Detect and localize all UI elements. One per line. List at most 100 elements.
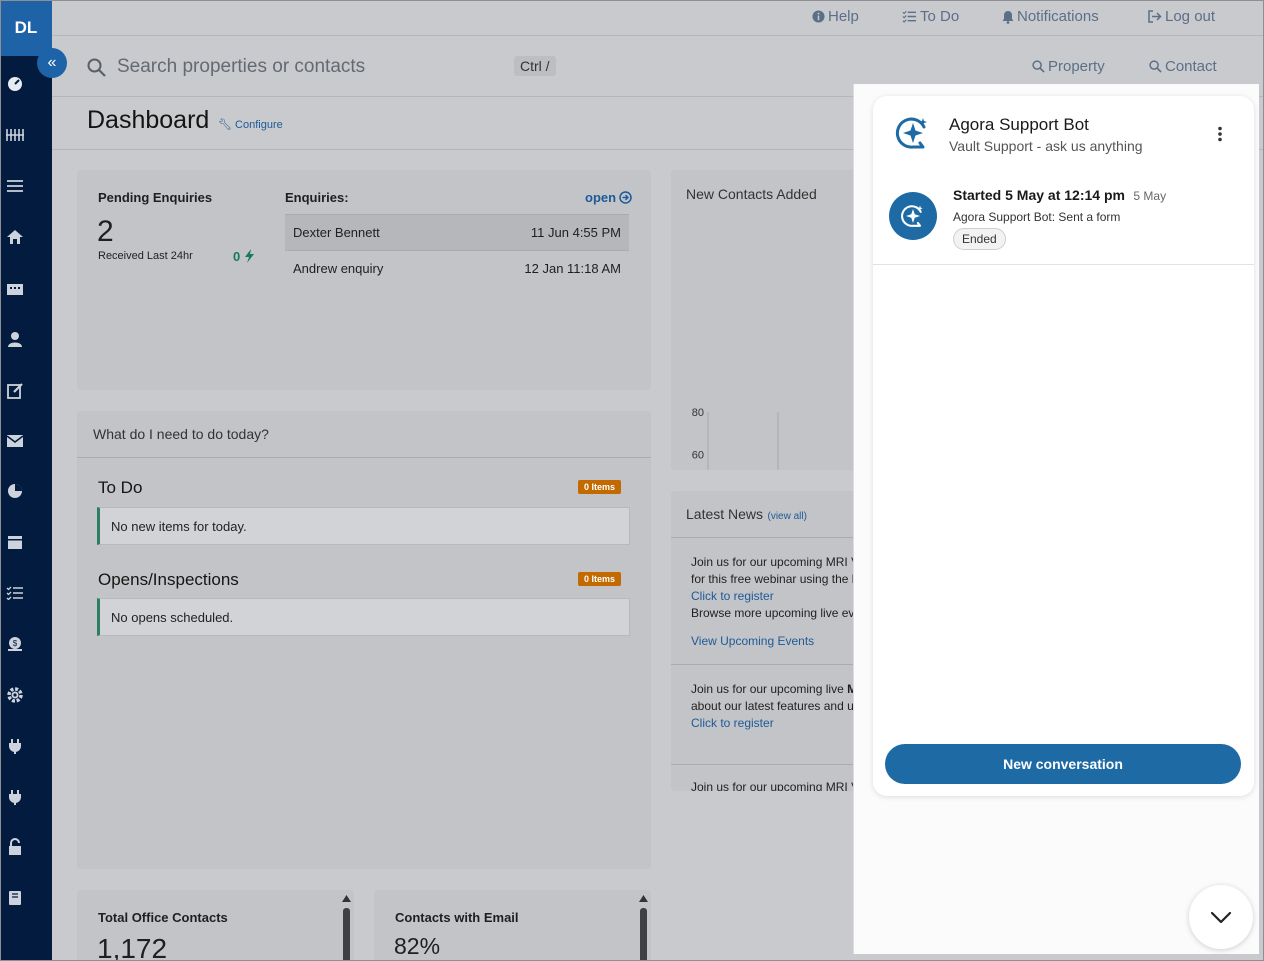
contacts-email-card: Contacts with Email 82% <box>374 890 651 961</box>
checklist-icon[interactable] <box>4 582 26 604</box>
open-enquiries-link[interactable]: open <box>585 190 632 205</box>
news-text: Join us for our upcoming MRI Va <box>691 780 865 791</box>
logout-link[interactable]: Log out <box>1147 8 1215 25</box>
news-text: Join us for our upcoming MRI Va <box>691 555 865 569</box>
news-divider <box>671 537 871 538</box>
enquiry-row[interactable]: Andrew enquiry 12 Jan 11:18 AM <box>285 250 629 286</box>
today-title: What do I need to do today? <box>93 426 269 442</box>
property-label: Property <box>1048 58 1105 75</box>
news-item: Join us for our upcoming live MR about o… <box>691 681 866 732</box>
news-register-link[interactable]: Click to register <box>691 715 866 732</box>
conversation-started: Started 5 May at 12:14 pm <box>953 187 1125 203</box>
book-icon[interactable] <box>4 887 26 909</box>
person-icon[interactable] <box>4 328 26 350</box>
news-text: Join us for our upcoming live <box>691 682 848 696</box>
conversation-preview: Agora Support Bot: Sent a form <box>953 210 1121 224</box>
activity-icon[interactable] <box>4 124 26 146</box>
news-item: Join us for our upcoming MRI Va for this… <box>691 554 868 650</box>
search-icon <box>1032 60 1045 73</box>
news-upcoming-events-link[interactable]: View Upcoming Events <box>691 633 868 650</box>
notifications-label: Notifications <box>1017 8 1099 25</box>
total-contacts-card: Total Office Contacts 1,172 <box>77 890 354 961</box>
bell-icon <box>1002 10 1014 24</box>
help-label: Help <box>828 8 859 25</box>
edit-icon[interactable] <box>4 379 26 401</box>
keyboard-shortcut-hint: Ctrl / <box>514 56 556 76</box>
sidebar-collapse-button[interactable]: « <box>37 48 67 78</box>
todo-link[interactable]: To Do <box>902 8 959 25</box>
new-contacts-chart: 020406080Jan 26Feb 26 <box>692 407 865 470</box>
bot-sparkle-icon <box>895 117 927 149</box>
latest-news-card: Latest News (view all) Join us for our u… <box>671 491 871 791</box>
plug-icon[interactable] <box>4 735 26 757</box>
conversation-date: 5 May <box>1133 189 1167 203</box>
enquiry-row[interactable]: Dexter Bennett 11 Jun 4:55 PM <box>285 214 629 250</box>
home-icon[interactable] <box>4 226 26 248</box>
new-contacts-card: New Contacts Added 020406080Jan 26Feb 26 <box>671 170 871 470</box>
todo-label: To Do <box>920 8 960 25</box>
conversation-item[interactable]: Started 5 May at 12:14 pm 5 May Agora Su… <box>873 174 1254 265</box>
pending-title: Pending Enquiries <box>98 190 213 205</box>
pie-chart-icon[interactable] <box>4 480 26 502</box>
pending-count: 2 <box>97 215 114 248</box>
scroll-up-icon[interactable] <box>639 895 648 902</box>
search-input[interactable]: Search properties or contacts <box>117 56 365 78</box>
scrollbar[interactable] <box>640 908 647 961</box>
calendar-icon[interactable] <box>4 531 26 553</box>
user-initials-logo[interactable]: DL <box>0 0 52 56</box>
todo-section-title: To Do <box>98 478 143 497</box>
lock-icon[interactable] <box>4 836 26 858</box>
enquiry-name: Andrew enquiry <box>293 261 384 276</box>
notifications-link[interactable]: Notifications <box>1002 8 1099 25</box>
news-divider <box>671 764 871 765</box>
bot-sparkle-icon <box>901 205 923 227</box>
arrow-circle-icon <box>619 191 632 204</box>
logout-label: Log out <box>1165 8 1216 25</box>
dashboard-icon[interactable] <box>4 73 26 95</box>
enquiry-date: 11 Jun 4:55 PM <box>530 225 621 240</box>
chevron-down-icon <box>1210 911 1232 923</box>
news-text: about our latest features and up <box>691 699 861 713</box>
mail-icon[interactable] <box>4 430 26 452</box>
bot-name: Agora Support Bot <box>949 115 1089 134</box>
news-view-all-link[interactable]: (view all) <box>768 511 807 522</box>
total-contacts-title: Total Office Contacts <box>98 910 228 925</box>
list-icon[interactable] <box>4 175 26 197</box>
pending-enquiries-card: Pending Enquiries 2 Received Last 24hr 0… <box>77 170 651 390</box>
logout-icon <box>1148 10 1162 23</box>
chat-collapse-button[interactable] <box>1189 885 1253 949</box>
news-title: Latest News <box>686 506 764 522</box>
search-contact-button[interactable]: Contact <box>1149 58 1217 75</box>
received-label: Received Last 24hr <box>98 250 193 262</box>
bot-subtitle: Vault Support - ask us anything <box>949 138 1143 154</box>
configure-label: Configure <box>235 119 283 131</box>
money-icon[interactable]: $ <box>4 633 26 655</box>
contacts-email-value: 82% <box>394 933 441 959</box>
enquiry-name: Dexter Bennett <box>293 225 380 240</box>
opens-section-title: Opens/Inspections <box>98 570 239 589</box>
contacts-email-title: Contacts with Email <box>395 910 519 925</box>
chart-y-tick-label: 80 <box>692 407 704 419</box>
scroll-up-icon[interactable] <box>342 895 351 902</box>
settings-icon[interactable] <box>4 684 26 706</box>
top-bar: Help To Do Notifications Log out <box>52 0 1264 36</box>
scrollbar[interactable] <box>343 908 350 961</box>
more-options-icon[interactable] <box>1217 126 1223 142</box>
configure-link[interactable]: 🔧︎ Configure <box>218 118 283 131</box>
news-register-link[interactable]: Click to register <box>691 588 868 605</box>
enquiry-date: 12 Jan 11:18 AM <box>524 261 621 276</box>
help-link[interactable]: Help <box>812 8 859 25</box>
building-icon[interactable] <box>4 277 26 299</box>
enquiries-label: Enquiries: <box>285 190 349 205</box>
search-icon <box>1149 60 1162 73</box>
search-icon <box>87 58 106 77</box>
svg-text:$: $ <box>13 639 18 648</box>
today-divider <box>77 457 651 458</box>
plug-alt-icon[interactable] <box>4 786 26 808</box>
search-property-button[interactable]: Property <box>1032 58 1105 75</box>
opens-empty-message: No opens scheduled. <box>97 598 630 636</box>
news-divider <box>671 664 871 665</box>
todo-empty-message: No new items for today. <box>97 507 630 545</box>
sidebar: DL $ <box>0 0 52 961</box>
new-conversation-button[interactable]: New conversation <box>885 744 1241 784</box>
